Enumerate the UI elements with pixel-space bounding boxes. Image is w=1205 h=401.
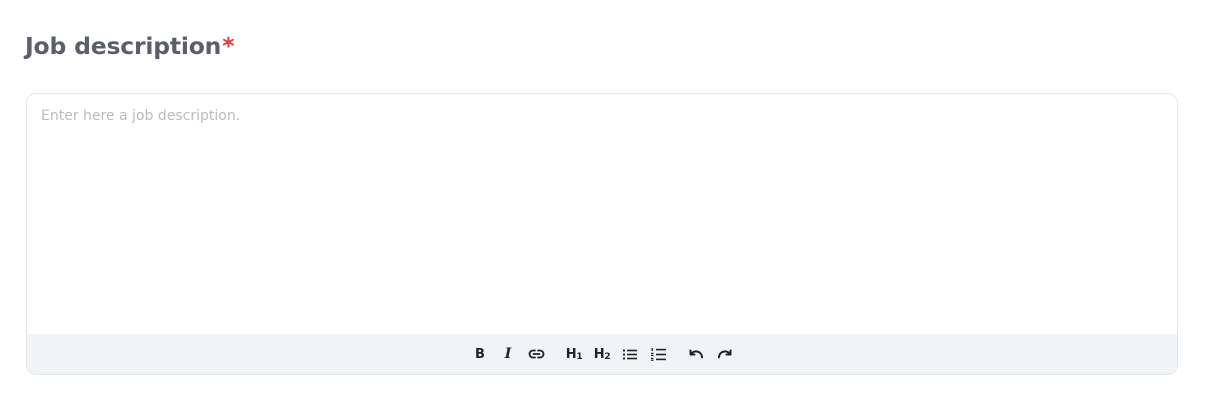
rich-text-editor: Enter here a job description. B I H1 H2: [26, 93, 1178, 375]
history-group: [685, 343, 735, 365]
ordered-list-button[interactable]: [647, 343, 669, 365]
heading-2-icon: H2: [593, 346, 611, 362]
heading-2-button[interactable]: H2: [591, 343, 613, 365]
italic-button[interactable]: I: [497, 343, 519, 365]
ordered-list-icon: [650, 347, 666, 361]
bullet-list-button[interactable]: [619, 343, 641, 365]
heading-1-button[interactable]: H1: [563, 343, 585, 365]
link-icon: [528, 349, 545, 359]
redo-icon: [717, 349, 732, 360]
required-asterisk: *: [222, 32, 235, 60]
italic-icon: I: [504, 346, 512, 362]
field-label: Job description*: [25, 29, 234, 63]
block-group: H1 H2: [563, 343, 669, 365]
format-group: B I: [469, 343, 547, 365]
editor-placeholder: Enter here a job description.: [41, 108, 241, 124]
field-label-text: Job description: [25, 32, 222, 60]
redo-button[interactable]: [713, 343, 735, 365]
bold-icon: B: [475, 346, 485, 362]
heading-1-icon: H1: [565, 346, 583, 362]
bullet-list-icon: [623, 349, 637, 360]
editor-toolbar: B I H1 H2: [27, 334, 1177, 374]
undo-icon: [689, 349, 704, 360]
undo-button[interactable]: [685, 343, 707, 365]
link-button[interactable]: [525, 343, 547, 365]
bold-button[interactable]: B: [469, 343, 491, 365]
job-description-textarea[interactable]: Enter here a job description.: [27, 94, 1177, 334]
